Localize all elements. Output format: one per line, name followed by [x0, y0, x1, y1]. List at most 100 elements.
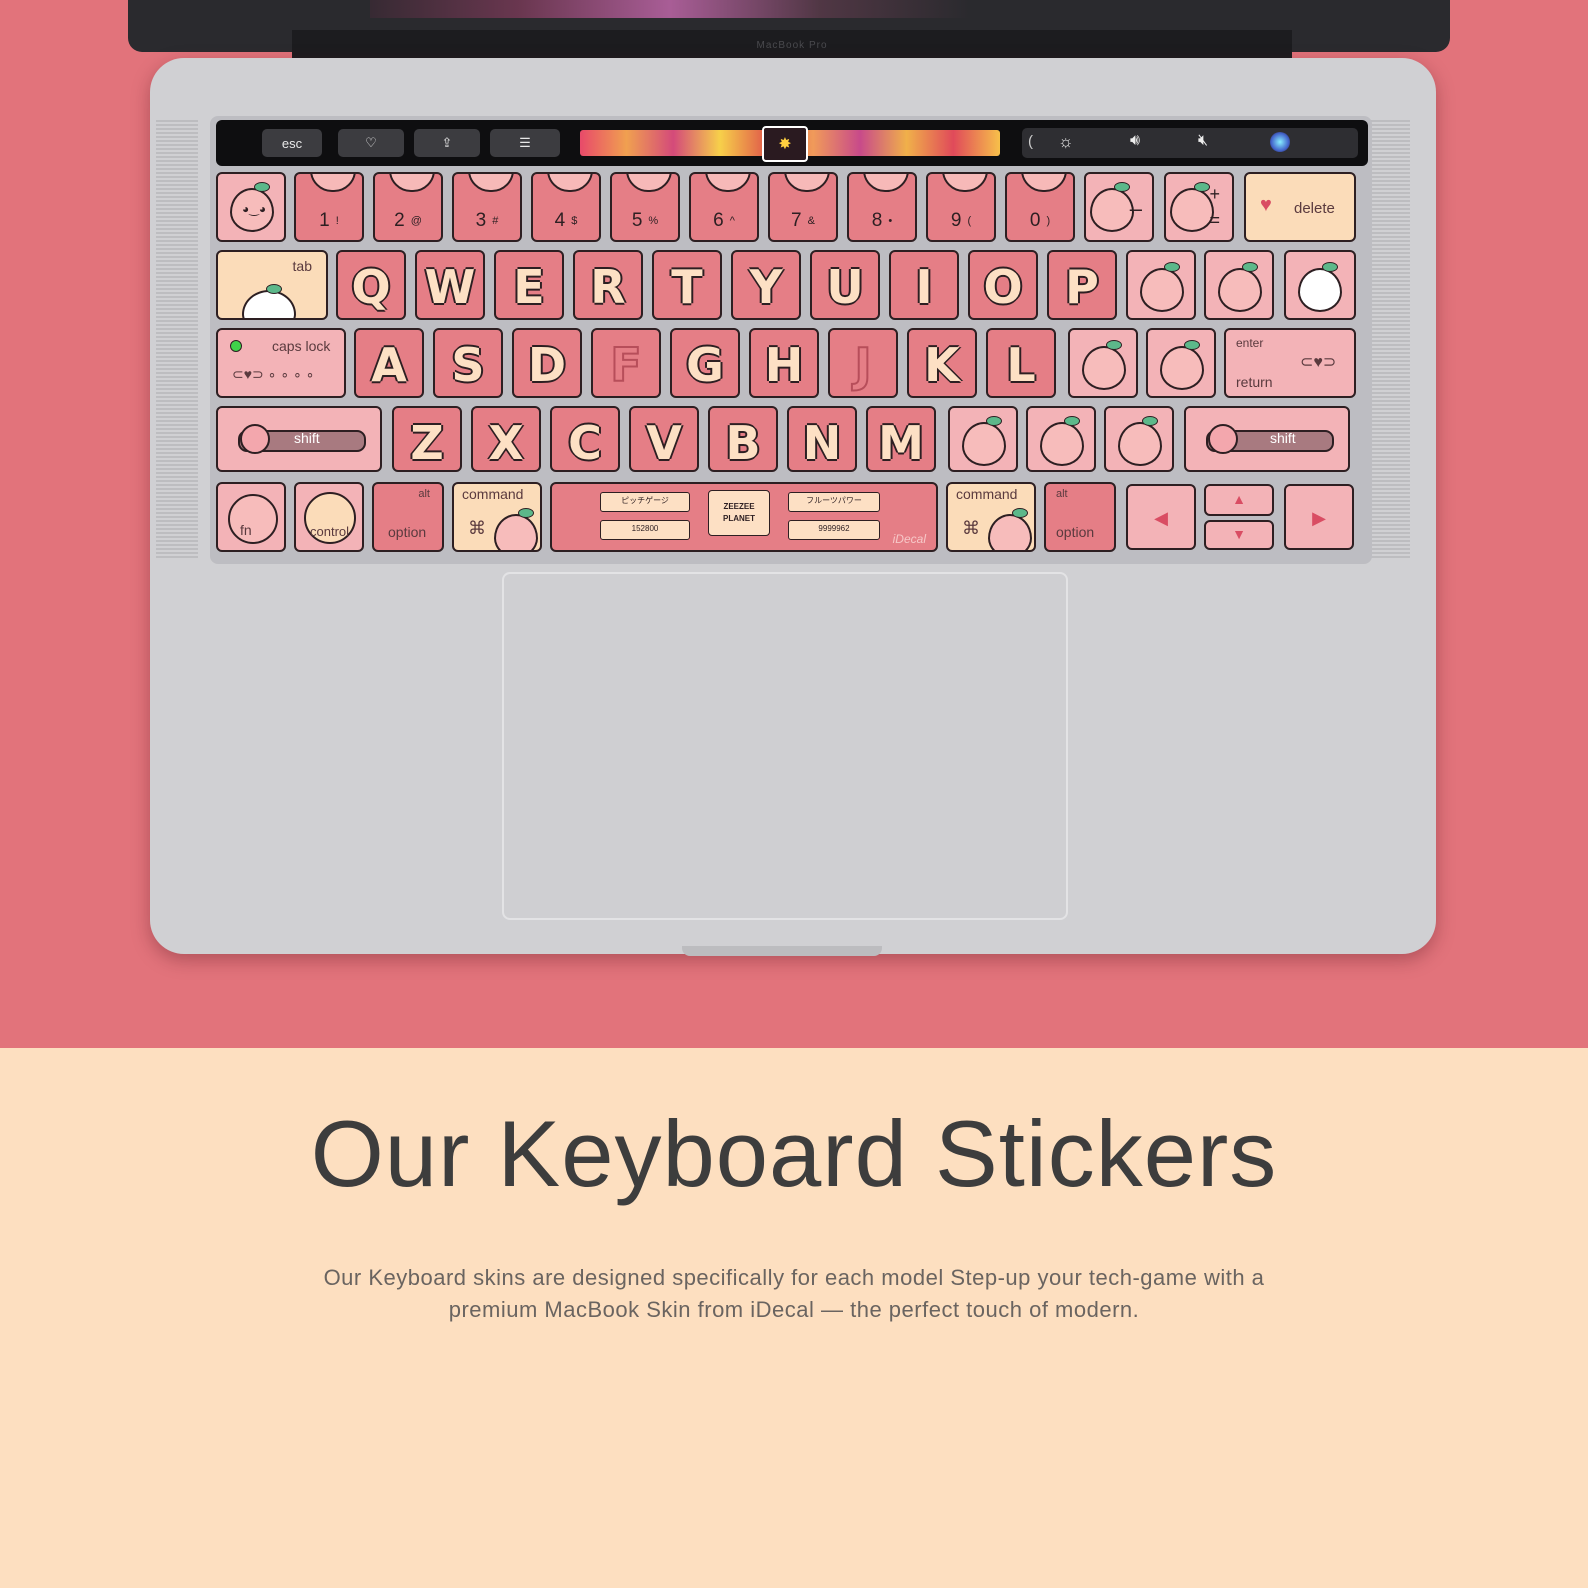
- number-label: 8 •: [849, 210, 915, 232]
- key-s[interactable]: S: [433, 328, 503, 398]
- brightness-icon[interactable]: ☼: [1058, 132, 1074, 152]
- key-g[interactable]: G: [670, 328, 740, 398]
- key-period[interactable]: [1026, 406, 1096, 472]
- key-left-shift[interactable]: shift: [216, 406, 382, 472]
- key-control[interactable]: control: [294, 482, 364, 552]
- key-right-command[interactable]: command ⌘: [946, 482, 1036, 552]
- key-right-shift[interactable]: shift: [1184, 406, 1350, 472]
- description-line-2: premium MacBook Skin from iDecal — the p…: [448, 1297, 1140, 1322]
- key-i[interactable]: I: [889, 250, 959, 320]
- key-9[interactable]: 9(: [926, 172, 996, 242]
- letter-label: W: [424, 260, 476, 314]
- key-arrow-up[interactable]: ▲: [1204, 484, 1274, 516]
- key-u[interactable]: U: [810, 250, 880, 320]
- key-2[interactable]: 2 @: [373, 172, 443, 242]
- trackpad[interactable]: [502, 572, 1068, 920]
- key-o[interactable]: O: [968, 250, 1038, 320]
- key-l[interactable]: L: [986, 328, 1056, 398]
- key-f[interactable]: F: [591, 328, 661, 398]
- letter-label: C: [568, 416, 602, 470]
- collapse-chevron[interactable]: (: [1028, 133, 1033, 150]
- key-y[interactable]: Y: [731, 250, 801, 320]
- key-left-option[interactable]: alt option: [372, 482, 444, 552]
- siri-icon[interactable]: [1270, 132, 1290, 152]
- key-4[interactable]: 4 $: [531, 172, 601, 242]
- key-tab[interactable]: tab: [216, 250, 328, 320]
- peach-top-icon: [863, 174, 909, 192]
- key-q[interactable]: Q: [336, 250, 406, 320]
- key-e[interactable]: E: [494, 250, 564, 320]
- share-button[interactable]: ⇪: [414, 129, 480, 157]
- key-t[interactable]: T: [652, 250, 722, 320]
- key-right-bracket[interactable]: [1204, 250, 1274, 320]
- key-slash[interactable]: [1104, 406, 1174, 472]
- key-x[interactable]: X: [471, 406, 541, 472]
- key-arrow-right[interactable]: ▶: [1284, 484, 1354, 550]
- digit: 2: [394, 210, 405, 231]
- number-label: 9(: [928, 210, 994, 232]
- key-equals[interactable]: + =: [1164, 172, 1234, 242]
- key-left-bracket[interactable]: [1126, 250, 1196, 320]
- key-backtick[interactable]: ◕‿◕: [216, 172, 286, 242]
- key-m[interactable]: M: [866, 406, 936, 472]
- number-label: 3 #: [454, 210, 520, 232]
- key-arrow-down[interactable]: ▼: [1204, 520, 1274, 550]
- number-label: 1!: [296, 210, 362, 232]
- key-6[interactable]: 6 ^: [689, 172, 759, 242]
- key-space[interactable]: ピッチゲージ 152800 ZEEZEE PLANET フルーツパワー 9999…: [550, 482, 938, 552]
- key-fn[interactable]: fn: [216, 482, 286, 552]
- favorite-button[interactable]: ♡: [338, 129, 404, 157]
- key-backslash[interactable]: [1284, 250, 1356, 320]
- number-label: 0): [1007, 210, 1073, 232]
- control-label: control: [310, 524, 350, 539]
- number-label: 6 ^: [691, 210, 757, 232]
- adjust-button[interactable]: ☰: [490, 129, 560, 157]
- key-return[interactable]: enter return ⊂♥⊃: [1224, 328, 1356, 398]
- key-7[interactable]: 7 &: [768, 172, 838, 242]
- peach-face-icon: ◕‿◕: [230, 182, 274, 232]
- number-label: 2 @: [375, 210, 441, 232]
- key-3[interactable]: 3 #: [452, 172, 522, 242]
- key-left-command[interactable]: command ⌘: [452, 482, 542, 552]
- mute-icon[interactable]: 🔇︎: [1198, 132, 1208, 150]
- letter-label: V: [646, 416, 682, 470]
- key-0[interactable]: 0): [1005, 172, 1075, 242]
- key-p[interactable]: P: [1047, 250, 1117, 320]
- key-comma[interactable]: [948, 406, 1018, 472]
- key-j[interactable]: J: [828, 328, 898, 398]
- key-v[interactable]: V: [629, 406, 699, 472]
- volume-icon[interactable]: 🔊︎: [1130, 132, 1140, 150]
- key-8[interactable]: 8 •: [847, 172, 917, 242]
- key-a[interactable]: A: [354, 328, 424, 398]
- right-shift-label: shift: [1270, 430, 1296, 446]
- command-label: command: [956, 486, 1018, 502]
- esc-key[interactable]: esc: [262, 129, 322, 157]
- key-right-option[interactable]: alt option: [1044, 482, 1116, 552]
- key-b[interactable]: B: [708, 406, 778, 472]
- key-quote[interactable]: [1146, 328, 1216, 398]
- key-arrow-left[interactable]: ◀: [1126, 484, 1196, 550]
- peach-top-icon: [310, 174, 356, 192]
- caps-lock-label: caps lock: [272, 338, 331, 354]
- key-delete[interactable]: ♥ delete: [1244, 172, 1356, 242]
- key-z[interactable]: Z: [392, 406, 462, 472]
- key-r[interactable]: R: [573, 250, 643, 320]
- key-h[interactable]: H: [749, 328, 819, 398]
- key-caps-lock[interactable]: caps lock ⊂♥⊃ ∘ ∘ ∘ ∘: [216, 328, 346, 398]
- number-label: 7 &: [770, 210, 836, 232]
- key-d[interactable]: D: [512, 328, 582, 398]
- key-5[interactable]: 5%: [610, 172, 680, 242]
- key-k[interactable]: K: [907, 328, 977, 398]
- option-label: option: [388, 524, 427, 540]
- screen-glow: [370, 0, 970, 18]
- key-n[interactable]: N: [787, 406, 857, 472]
- zeezee-planet-badge: ZEEZEE PLANET: [708, 490, 770, 536]
- minus-label: –: [1129, 196, 1142, 221]
- strip-selected-thumbnail[interactable]: ✸: [762, 126, 808, 162]
- key-semicolon[interactable]: [1068, 328, 1138, 398]
- key-w[interactable]: W: [415, 250, 485, 320]
- key-minus[interactable]: –: [1084, 172, 1154, 242]
- key-c[interactable]: C: [550, 406, 620, 472]
- key-1[interactable]: 1!: [294, 172, 364, 242]
- alt-label: alt: [1056, 488, 1068, 500]
